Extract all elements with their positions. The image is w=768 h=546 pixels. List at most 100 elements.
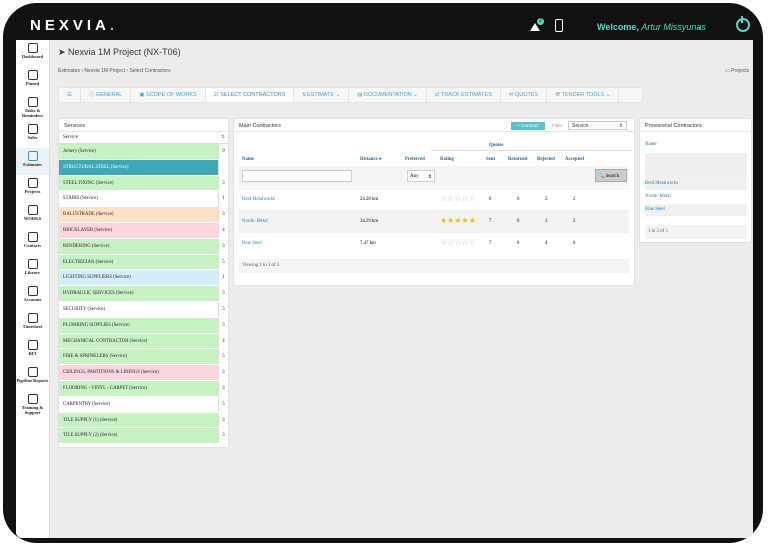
service-row[interactable]: STRUCTURAL STEEL (Service) 3 — [59, 159, 228, 176]
service-row[interactable]: TILE SUPPLY (1) (Service) 3 — [59, 412, 228, 429]
service-name: HYDRAULIC SERVICES (Service) — [63, 291, 134, 297]
tab-select-contractors[interactable]: ☷ SELECT CONTRACTORS — [205, 88, 295, 102]
sidebar-item-label: Projects — [24, 189, 41, 194]
service-row[interactable]: Joinery (Service) 9 — [59, 144, 228, 160]
star-icon[interactable]: ☆ — [469, 238, 476, 247]
power-icon[interactable] — [736, 16, 750, 32]
sidebar-item-accounts[interactable]: Accounts — [16, 283, 49, 310]
col-preferred[interactable]: Preferred — [405, 157, 425, 162]
provisional-item[interactable]: Blue Steel — [645, 204, 747, 217]
contractor-name-link[interactable]: Reid Metalworks — [242, 197, 275, 202]
sidebar-item-pipeline-reports[interactable]: Pipeline Reports — [16, 364, 49, 391]
breadcrumb-estimates[interactable]: Estimates — [58, 68, 80, 74]
sidebar-item-sales[interactable]: Sales — [16, 121, 49, 148]
contractor-distance: 24.28 km — [360, 197, 379, 202]
service-row[interactable]: FIRE & SPRINKLERS (Service) 5 — [59, 349, 228, 366]
sidebar-item-pinned[interactable]: Pinned — [16, 67, 49, 94]
preferred-select[interactable]: Any ⇕ — [407, 170, 435, 182]
tab-quotes[interactable]: ✉ QUOTES — [501, 88, 548, 102]
service-name: ELECTRICIAN (Service) — [63, 259, 114, 265]
add-contract-button[interactable]: + Contract — [511, 122, 545, 130]
service-row[interactable]: LIGHTING SUPPLIERS (Service) 1 — [59, 270, 228, 287]
service-row[interactable]: CARPENTRY (Service) 5 — [59, 396, 228, 413]
sidebar-item-dashboard[interactable]: Dashboard — [16, 40, 49, 67]
col-rating[interactable]: Rating — [440, 157, 454, 162]
service-row[interactable]: STEEL FIXING (Service) 3 — [59, 175, 228, 192]
tab-menu-icon[interactable]: ☰ — [59, 88, 81, 102]
quotes-accepted: 0 — [573, 241, 576, 246]
sidebar-item-timesheet[interactable]: Timesheet — [16, 310, 49, 337]
star-icon[interactable]: ☆ — [462, 238, 469, 247]
services-title: Services — [59, 119, 228, 132]
service-row[interactable]: MECHANICAL CONTRACTOR (Service) 4 — [59, 333, 228, 350]
star-icon[interactable]: ☆ — [454, 194, 461, 203]
star-icon[interactable]: ☆ — [469, 194, 476, 203]
provisional-item[interactable]: Nordic Metal — [645, 191, 747, 204]
sort-icon[interactable]: ⇅ — [221, 134, 225, 140]
service-row[interactable]: HYDRAULIC SERVICES (Service) 3 — [59, 286, 228, 302]
provisional-title: Provisional Contractors — [640, 119, 751, 132]
sidebar-item-tasks-reminders[interactable]: Tasks & Reminders — [16, 94, 49, 121]
star-icon[interactable]: ★ — [469, 216, 476, 225]
service-row[interactable]: BALUSTRADE (Service) 3 — [59, 207, 228, 223]
sidebar-item-works[interactable]: WORKS — [16, 202, 49, 229]
star-icon[interactable]: ★ — [454, 216, 461, 225]
sidebar-item-training-support[interactable]: Training & Support — [16, 391, 49, 418]
contractor-distance: 34.29 km — [360, 219, 379, 224]
mobile-icon[interactable] — [555, 19, 563, 32]
nav-icon — [27, 97, 38, 107]
service-row[interactable]: FLOORING - VINYL - CARPET (Service) 3 — [59, 380, 228, 397]
filter-select[interactable]: Service ⇕ — [568, 121, 627, 130]
search-button[interactable]: 🔍 Search — [595, 169, 627, 182]
service-count: 3 — [218, 428, 228, 444]
star-icon[interactable]: ☆ — [454, 238, 461, 247]
sidebar-item-contacts[interactable]: Contacts — [16, 229, 49, 256]
tab-track-estimates[interactable]: ⇄ TRACK ESTIMATES — [427, 88, 501, 102]
tablet-frame: NEXVIA. 2 Welcome, Artur Missyunas ⌄ Das… — [3, 3, 763, 543]
sidebar-item-label: Pinned — [25, 81, 40, 86]
col-returned[interactable]: Returned — [508, 157, 527, 162]
sidebar-item-label: Sales — [27, 135, 38, 140]
service-row[interactable]: BRICKLAYER (Service) 4 — [59, 222, 228, 239]
sidebar-item-rfi[interactable]: RFI — [16, 337, 49, 364]
service-row[interactable]: ELECTRICIAN (Service) 5 — [59, 254, 228, 271]
service-row[interactable]: SECURITY (Service) 5 — [59, 301, 228, 318]
nav-icon — [27, 340, 38, 350]
chevron-down-icon[interactable]: ⌄ — [696, 22, 703, 31]
col-sent[interactable]: Sent — [486, 157, 495, 162]
nav-icon — [27, 43, 38, 53]
star-icon[interactable]: ★ — [462, 216, 469, 225]
tab-scope-of-works[interactable]: ▣ SCOPE OF WORKS — [131, 88, 206, 102]
contractor-name-link[interactable]: Nordic Metal — [242, 219, 268, 224]
service-row[interactable]: PLUMBING SUPPLIES (Service) 3 — [59, 317, 228, 334]
service-name: FLOORING - VINYL - CARPET (Service) — [63, 385, 147, 391]
tab-documentation[interactable]: ▤ DOCUMENTATION ⌄ — [349, 88, 427, 102]
service-row[interactable]: TILE SUPPLY (2) (Service) 3 — [59, 428, 228, 445]
info-icon: ● — [378, 157, 382, 162]
provisional-item[interactable]: Reid Metalworks — [645, 178, 747, 191]
service-row[interactable]: RENDERING (Service) 3 — [59, 238, 228, 255]
tab-general[interactable]: ⓘ GENERAL — [81, 88, 132, 102]
app-screen: NEXVIA. 2 Welcome, Artur Missyunas ⌄ Das… — [16, 13, 753, 538]
projects-link[interactable]: ▭ Projects — [725, 68, 749, 74]
breadcrumb-project[interactable]: Nexvia 1M Project — [84, 68, 125, 74]
star-icon[interactable]: ☆ — [462, 194, 469, 203]
service-row[interactable]: STAIRS (Service) 1 — [59, 191, 228, 208]
col-accepted[interactable]: Accepted — [565, 157, 584, 162]
quotes-returned: 6 — [517, 241, 520, 246]
sidebar-item-projects[interactable]: Projects — [16, 175, 49, 202]
sidebar-item-estimates[interactable]: Estimates — [16, 148, 49, 175]
col-name[interactable]: Name — [242, 157, 254, 162]
col-distance[interactable]: Distance ● — [360, 157, 382, 162]
name-search-input[interactable] — [242, 170, 352, 182]
sidebar-item-library[interactable]: Library — [16, 256, 49, 283]
col-rejected[interactable]: Rejected — [537, 157, 555, 162]
tab-tender-tools[interactable]: ⚒ TENDER TOOLS ⌄ — [547, 88, 620, 102]
service-name: PLUMBING SUPPLIES (Service) — [63, 322, 130, 328]
tab-estimate[interactable]: $ ESTIMATE ⌄ — [294, 88, 350, 102]
quotes-rejected: 4 — [545, 241, 548, 246]
contractor-name-link[interactable]: Blue Steel — [242, 241, 262, 246]
service-row[interactable]: CEILINGS, PARTITIONS & LININGS (Service)… — [59, 365, 228, 381]
provisional-col-header[interactable]: Name — [645, 136, 747, 154]
table-row: Reid Metalworks 24.28 km ☆☆☆☆☆ 6 6 2 2 — [239, 188, 629, 210]
